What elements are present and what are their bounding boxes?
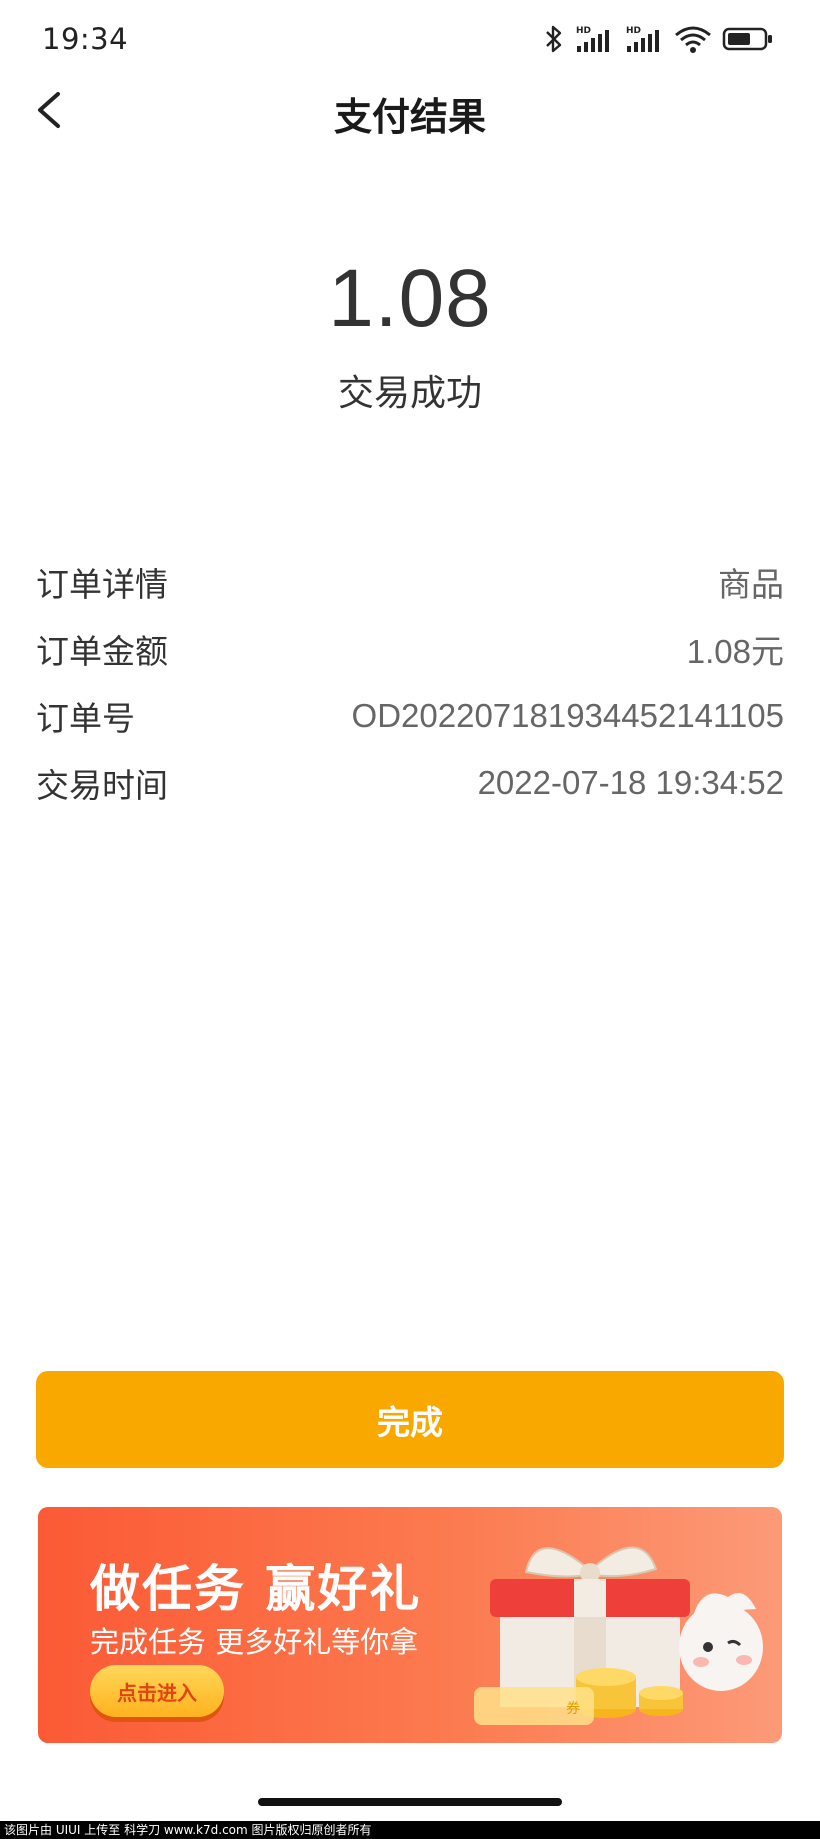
task-promo-banner[interactable]: 做任务 赢好礼 完成任务 更多好礼等你拿 点击进入 券 [38,1507,782,1743]
detail-row-order-number: 订单号 OD20220718193445214110​5 [36,682,784,749]
detail-row-transaction-time: 交易时间 2022-07-18 19:34:52 [36,749,784,816]
svg-text:券: 券 [566,1701,580,1717]
detail-label: 订单详情 [36,564,168,604]
detail-row-order-detail: 订单详情 商品 [36,548,784,615]
gift-box-illustration: 券 [474,1546,763,1725]
detail-value: OD20220718193445214110​5 [351,696,784,734]
watermark-text: 该图片由 UIUI 上传至 科学刀 www.k7d.com 图片版权归原创者所有 [0,1821,820,1839]
enter-button[interactable]: 点击进入 [90,1665,224,1717]
signal-hd-2-icon: HD [626,26,659,52]
signal-hd-1-icon: HD [576,26,609,52]
order-details: 订单详情 商品 订单金额 1.08元 订单号 OD202207181934452… [36,548,784,816]
status-time: 19:34 [42,22,129,56]
payment-amount: 1.08 [328,253,492,344]
battery-icon [722,27,772,51]
page-title: 支付结果 [333,95,486,139]
bluetooth-icon [546,25,562,53]
status-bar: 19:34 HD HD [0,0,820,80]
status-icons: HD HD [544,24,774,54]
svg-text:HD: HD [576,26,591,36]
detail-row-order-amount: 订单金额 1.08元 [36,615,784,682]
wifi-icon [675,26,711,53]
detail-value: 商品 [718,565,784,603]
payment-status: 交易成功 [337,373,482,414]
detail-label: 订单号 [36,698,135,738]
detail-value: 1.08元 [686,632,784,670]
done-button[interactable]: 完成 [36,1371,784,1468]
home-indicator[interactable] [258,1798,562,1806]
svg-text:HD: HD [626,26,641,36]
banner-subtitle: 完成任务 更多好礼等你拿 [90,1625,419,1659]
banner-title: 做任务 赢好礼 [90,1560,422,1618]
detail-label: 订单金额 [36,631,168,671]
detail-value: 2022-07-18 19:34:52 [477,763,784,801]
detail-label: 交易时间 [36,765,168,805]
